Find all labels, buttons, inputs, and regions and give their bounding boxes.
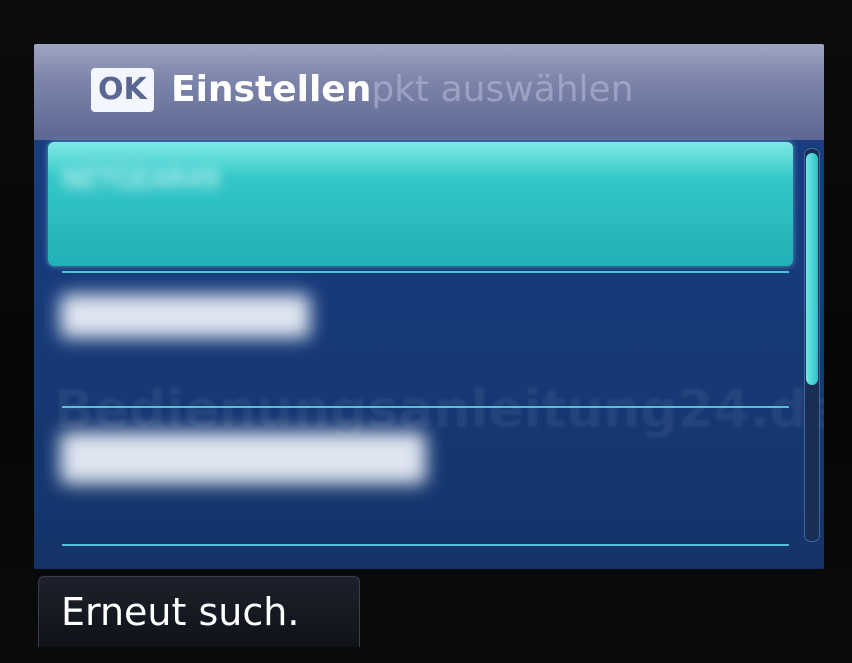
- ok-button-icon: OK: [91, 68, 154, 112]
- redacted-network-name: [60, 294, 310, 338]
- list-item[interactable]: [48, 412, 793, 534]
- list-divider: [62, 271, 789, 273]
- rescan-button[interactable]: Erneut such.: [38, 576, 360, 647]
- list-scrollbar[interactable]: [804, 148, 820, 542]
- scrollbar-thumb[interactable]: [806, 153, 818, 385]
- list-divider: [62, 544, 789, 546]
- page-title-rest: pkt auswählen: [371, 69, 634, 110]
- screen-header: OK Einstellenpkt auswählen: [34, 44, 824, 140]
- list-item[interactable]: [48, 274, 793, 396]
- page-title: Einstellenpkt auswählen: [171, 66, 634, 114]
- redacted-network-name: [60, 432, 426, 484]
- list-divider: [62, 406, 789, 408]
- list-item-selected[interactable]: NETGEAR49: [48, 142, 793, 266]
- printer-lcd-screen: OK Einstellenpkt auswählen Bedienungsanl…: [34, 44, 824, 569]
- network-list: Bedienungsanleitung24.de NETGEAR49: [34, 140, 824, 569]
- page-title-main: Einstellen: [171, 69, 372, 110]
- rescan-button-label: Erneut such.: [61, 590, 300, 634]
- network-name-label: NETGEAR49: [62, 165, 220, 195]
